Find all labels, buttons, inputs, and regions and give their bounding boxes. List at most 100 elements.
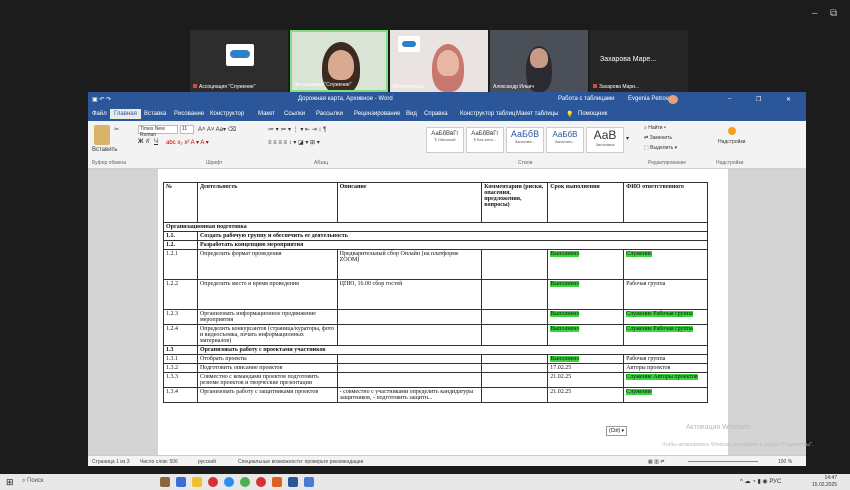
- table-cell[interactable]: Служение Рабочая группа: [623, 309, 708, 325]
- table-cell[interactable]: [336, 363, 483, 373]
- table-cell[interactable]: Совместно с командами проектов подготови…: [196, 372, 338, 388]
- minimize-word-button[interactable]: –: [728, 96, 731, 102]
- table-cell[interactable]: [481, 324, 549, 346]
- font-color-icon[interactable]: abc x₂ x² A ▾ A ▾: [166, 139, 209, 146]
- table-cell[interactable]: Служение Авторы проектов: [623, 372, 708, 388]
- table-cell[interactable]: 1.3.1: [163, 354, 198, 364]
- file-explorer-icon[interactable]: [176, 477, 186, 487]
- chrome-icon[interactable]: [240, 477, 250, 487]
- table-cell[interactable]: Организовать работу с проектами участник…: [196, 345, 709, 355]
- tab-insert[interactable]: Вставка: [144, 111, 166, 117]
- table-cell[interactable]: 1.2.1: [163, 249, 198, 280]
- list-icon[interactable]: ≔ ▾ ≔ ▾ ⋮ ▾ ⇤ ⇥ ↕ ¶: [268, 126, 326, 133]
- tab-references[interactable]: Ссылки: [284, 111, 305, 117]
- document-area[interactable]: № Деятельность Описание Комментарии (рис…: [88, 169, 806, 455]
- taskbar-search[interactable]: ⌕ Поиск: [22, 478, 44, 485]
- table-row[interactable]: 1.2.2 Определить место и время проведения…: [163, 279, 708, 310]
- table-cell[interactable]: Организовать работу с защитниками проект…: [196, 387, 338, 403]
- addins-icon[interactable]: [728, 127, 736, 135]
- participant-tile[interactable]: Исполнитель: [390, 30, 488, 92]
- table-cell[interactable]: Разработать концепцию мероприятия: [196, 240, 709, 250]
- save-icon[interactable]: ▣ ↶ ↷: [92, 96, 111, 103]
- table-cell[interactable]: ЦПЮ, 16.00 сбор гостей: [336, 279, 483, 310]
- table-cell[interactable]: [481, 354, 549, 364]
- table-row[interactable]: 1.2.4 Определить конкурсантов (страница/к…: [163, 324, 708, 346]
- tab-help[interactable]: Справка: [424, 111, 448, 117]
- table-row[interactable]: 1.2.1 Определить формат проведения Предвар…: [163, 249, 708, 280]
- tab-assistant[interactable]: Помощник: [578, 111, 607, 117]
- table-row[interactable]: 1.3.2 Подготовить описание проектов 17.02.…: [163, 363, 708, 373]
- styles-more-icon[interactable]: ▾: [626, 135, 629, 142]
- table-cell[interactable]: Подготовить описание проектов: [196, 363, 338, 373]
- table-row[interactable]: 1.1. Создать рабочую группу и обеспечить …: [163, 231, 709, 241]
- style-heading1[interactable]: АаБбВ Заголово...: [506, 127, 544, 153]
- table-cell[interactable]: Рабочая группа: [623, 354, 708, 364]
- page-count[interactable]: Страница 1 из 3: [92, 459, 129, 465]
- table-cell[interactable]: [481, 387, 549, 403]
- user-name[interactable]: Evgenia Petrova: [628, 96, 672, 102]
- document-page[interactable]: № Деятельность Описание Комментарии (рис…: [158, 169, 728, 455]
- paste-icon[interactable]: [94, 125, 110, 145]
- style-title[interactable]: АаВ Заголовок: [586, 127, 624, 153]
- table-cell[interactable]: Определить конкурсантов (страница/курато…: [196, 324, 338, 346]
- table-cell[interactable]: Служение Рабочая группа: [623, 324, 708, 346]
- table-cell[interactable]: [481, 363, 549, 373]
- style-normal[interactable]: АаБбВвГг ¶ Обычный: [426, 127, 464, 153]
- table-cell[interactable]: Организационная подготовка: [163, 222, 708, 232]
- grow-font-icon[interactable]: A˄ A˅ Aa▾ ⌫: [198, 126, 236, 133]
- participant-tile[interactable]: Ассоциация "Служение": [190, 30, 288, 92]
- tab-table-design[interactable]: Конструктор таблиц: [460, 111, 515, 117]
- lightbulb-icon[interactable]: 💡: [566, 111, 573, 118]
- table-cell[interactable]: Определить место и время проведения: [196, 279, 338, 310]
- find-button[interactable]: ⌕ Найти ▾: [644, 125, 666, 131]
- restore-button[interactable]: ⧉: [830, 8, 837, 19]
- table-cell[interactable]: [336, 309, 483, 325]
- table-cell[interactable]: Выполнено: [547, 309, 625, 325]
- language-indicator[interactable]: русский: [198, 459, 216, 465]
- table-cell[interactable]: 1.2.3: [163, 309, 198, 325]
- table-cell[interactable]: [336, 372, 483, 388]
- table-cell[interactable]: [481, 309, 549, 325]
- table-cell[interactable]: 21.02.25: [547, 372, 625, 388]
- paste-options-tooltip[interactable]: (Ctrl) ▾: [606, 426, 628, 436]
- table-cell[interactable]: 1.3.3: [163, 372, 198, 388]
- table-cell[interactable]: Отобрать проекты: [196, 354, 338, 364]
- opera-icon[interactable]: [208, 477, 218, 487]
- close-word-button[interactable]: ✕: [786, 96, 791, 103]
- table-cell[interactable]: Авторы проектов: [623, 363, 708, 373]
- table-cell[interactable]: [336, 354, 483, 364]
- table-cell[interactable]: Выполнено: [547, 354, 625, 364]
- style-heading2[interactable]: АаБбВ Заголово...: [546, 127, 584, 153]
- table-cell[interactable]: Служение: [623, 387, 708, 403]
- table-cell[interactable]: Определить формат проведения: [196, 249, 338, 280]
- widgets-icon[interactable]: [160, 477, 170, 487]
- align-icon[interactable]: ≡ ≡ ≡ ≡ ↕ ▾ ◪ ▾ ⊞ ▾: [268, 139, 320, 146]
- table-cell[interactable]: [481, 249, 549, 280]
- table-cell[interactable]: Рабочая группа: [623, 279, 708, 310]
- table-row[interactable]: 1.3.3 Совместно с командами проектов подг…: [163, 372, 708, 388]
- table-cell[interactable]: 1.3: [163, 345, 198, 355]
- table-cell[interactable]: [481, 372, 549, 388]
- tab-layout[interactable]: Макет: [258, 111, 275, 117]
- table-cell[interactable]: 1.2.: [163, 240, 198, 250]
- yandex-icon[interactable]: [256, 477, 266, 487]
- tray-icons[interactable]: ^ ☁ ◔ ▮ ◉ РУС: [740, 478, 781, 485]
- tab-home[interactable]: Главная: [110, 109, 141, 119]
- table-cell[interactable]: [336, 324, 483, 346]
- table-row[interactable]: 1.3.1 Отобрать проекты Выполнено Рабочая гр…: [163, 354, 708, 364]
- zoom-slider[interactable]: [688, 461, 758, 462]
- replace-button[interactable]: ⇄ Заменить: [644, 135, 672, 141]
- table-cell[interactable]: Выполнено: [547, 279, 625, 310]
- table-cell[interactable]: [481, 279, 549, 310]
- table-cell[interactable]: Создать рабочую группу и обеспечить ее д…: [196, 231, 709, 241]
- tab-design[interactable]: Конструктор: [210, 111, 244, 117]
- tab-view[interactable]: Вид: [406, 111, 417, 117]
- table-cell[interactable]: - совместно с участниками определить кан…: [336, 387, 483, 403]
- tab-review[interactable]: Рецензирование: [354, 111, 400, 117]
- table-row[interactable]: 1.3 Организовать работу с проектами участ…: [163, 345, 709, 355]
- tab-file[interactable]: Файл: [92, 111, 107, 117]
- clock[interactable]: 14:47 15.02.2025: [812, 475, 837, 489]
- start-icon[interactable]: ⊞: [6, 477, 14, 488]
- accessibility-status[interactable]: Специальные возможности: проверьте реком…: [238, 459, 363, 465]
- table-cell[interactable]: 17.02.25: [547, 363, 625, 373]
